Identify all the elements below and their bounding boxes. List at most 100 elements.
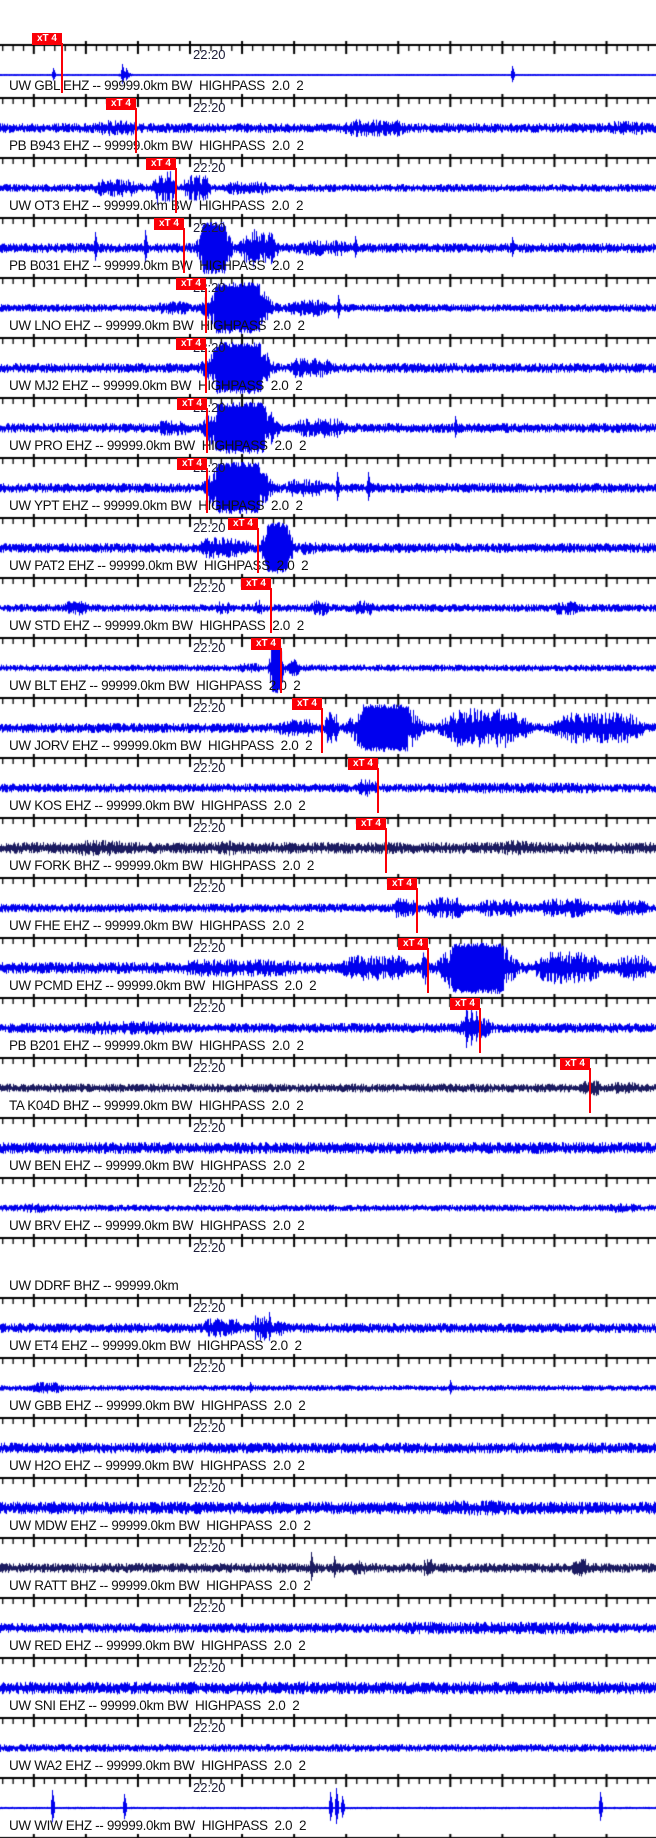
station-label: UW ET4 EHZ -- 99999.0km BW HIGHPASS 2.0 …	[9, 1338, 302, 1353]
station-label: UW WIW EHZ -- 99999.0km BW HIGHPASS 2.0 …	[9, 1818, 307, 1833]
trace-row-uw-fork-bhz[interactable]: 22:20 UW FORK BHZ -- 99999.0km BW HIGHPAS…	[0, 817, 656, 877]
trace-row-uw-mj2-ehz[interactable]: 22:20 UW MJ2 EHZ -- 99999.0km BW HIGHPASS…	[0, 337, 656, 397]
pick-time-line[interactable]	[427, 948, 429, 993]
pick-time-line[interactable]	[280, 648, 282, 693]
trace-row-uw-ratt-bhz[interactable]: 22:20 UW RATT BHZ -- 99999.0km BW HIGHPAS…	[0, 1537, 656, 1597]
pick-flag[interactable]: xT 4	[177, 398, 207, 410]
pick-flag[interactable]: xT 4	[228, 518, 258, 530]
pick-time-line[interactable]	[479, 1008, 481, 1053]
minute-tick-label: 22:20	[193, 47, 226, 62]
station-label: UW STD EHZ -- 99999.0km BW HIGHPASS 2.0 …	[9, 618, 304, 633]
trace-row-uw-std-ehz[interactable]: 22:20 UW STD EHZ -- 99999.0km BW HIGHPASS…	[0, 577, 656, 637]
trace-row-pb-b031-ehz[interactable]: 22:20 PB B031 EHZ -- 99999.0km BW HIGHPAS…	[0, 217, 656, 277]
pick-time-line[interactable]	[589, 1068, 591, 1113]
station-label: UW MDW EHZ -- 99999.0km BW HIGHPASS 2.0 …	[9, 1518, 311, 1533]
station-label: UW OT3 EHZ -- 99999.0km BW HIGHPASS 2.0 …	[9, 198, 304, 213]
station-label: UW PCMD EHZ -- 99999.0km BW HIGHPASS 2.0…	[9, 978, 317, 993]
pick-flag[interactable]: xT 4	[251, 638, 281, 650]
pick-time-line[interactable]	[321, 708, 323, 753]
trace-row-uw-sni-ehz[interactable]: 22:20 UW SNI EHZ -- 99999.0km BW HIGHPASS…	[0, 1657, 656, 1717]
minute-tick-label: 22:20	[193, 100, 226, 115]
pick-time-line[interactable]	[206, 468, 208, 513]
trace-row-pb-b201-ehz[interactable]: 22:20 PB B201 EHZ -- 99999.0km BW HIGHPAS…	[0, 997, 656, 1057]
station-label: UW RED EHZ -- 99999.0km BW HIGHPASS 2.0 …	[9, 1638, 306, 1653]
pick-flag[interactable]: xT 4	[387, 878, 417, 890]
pick-flag[interactable]: xT 4	[177, 458, 207, 470]
trace-row-uw-wa2-ehz[interactable]: 22:20 UW WA2 EHZ -- 99999.0km BW HIGHPASS…	[0, 1717, 656, 1777]
minute-tick-label: 22:20	[193, 940, 226, 955]
trace-row-uw-ddrf-bhz[interactable]: 22:20 UW DDRF BHZ -- 99999.0km	[0, 1237, 656, 1297]
station-label: UW PRO EHZ -- 99999.0km BW HIGHPASS 2.0 …	[9, 438, 307, 453]
station-label: UW MJ2 EHZ -- 99999.0km BW HIGHPASS 2.0 …	[9, 378, 303, 393]
pick-flag[interactable]: xT 4	[560, 1058, 590, 1070]
pick-flag[interactable]: xT 4	[241, 578, 271, 590]
pick-flag[interactable]: xT 4	[32, 33, 62, 45]
pick-time-line[interactable]	[205, 348, 207, 393]
trace-row-uw-red-ehz[interactable]: 22:20 UW RED EHZ -- 99999.0km BW HIGHPASS…	[0, 1597, 656, 1657]
station-label: UW WA2 EHZ -- 99999.0km BW HIGHPASS 2.0 …	[9, 1758, 306, 1773]
pick-flag[interactable]: xT 4	[176, 338, 206, 350]
station-label: TA K04D BHZ -- 99999.0km BW HIGHPASS 2.0…	[9, 1098, 304, 1113]
minute-tick-label: 22:20	[193, 1420, 226, 1435]
trace-row-uw-pat2-ehz[interactable]: 22:20 UW PAT2 EHZ -- 99999.0km BW HIGHPAS…	[0, 517, 656, 577]
station-label: UW FORK BHZ -- 99999.0km BW HIGHPASS 2.0…	[9, 858, 315, 873]
trace-row-uw-mdw-ehz[interactable]: 22:20 UW MDW EHZ -- 99999.0km BW HIGHPASS…	[0, 1477, 656, 1537]
trace-row-uw-gbl-ehz[interactable]: 22:20 UW GBL EHZ -- 99999.0km BW HIGHPASS…	[0, 33, 656, 97]
minute-tick-label: 22:20	[193, 1120, 226, 1135]
pick-flag[interactable]: xT 4	[154, 218, 184, 230]
station-label: UW KOS EHZ -- 99999.0km BW HIGHPASS 2.0 …	[9, 798, 306, 813]
trace-row-ta-k04d-bhz[interactable]: 22:20 TA K04D BHZ -- 99999.0km BW HIGHPAS…	[0, 1057, 656, 1117]
trace-row-uw-ot3-ehz[interactable]: 22:20 UW OT3 EHZ -- 99999.0km BW HIGHPASS…	[0, 157, 656, 217]
pick-time-line[interactable]	[270, 588, 272, 633]
minute-tick-label: 22:20	[193, 1060, 226, 1075]
minute-tick-label: 22:20	[193, 160, 226, 175]
trace-row-uw-h2o-ehz[interactable]: 22:20 UW H2O EHZ -- 99999.0km BW HIGHPASS…	[0, 1417, 656, 1477]
pick-time-line[interactable]	[416, 888, 418, 933]
minute-tick-label: 22:20	[193, 1720, 226, 1735]
seismic-trace-viewer: 60496667 UW Jan 22, 2013 22:20:02.00 46.…	[0, 0, 656, 1838]
pick-flag[interactable]: xT 4	[292, 698, 322, 710]
pick-time-line[interactable]	[61, 43, 63, 93]
minute-tick-label: 22:20	[193, 1660, 226, 1675]
trace-row-uw-kos-ehz[interactable]: 22:20 UW KOS EHZ -- 99999.0km BW HIGHPASS…	[0, 757, 656, 817]
minute-tick-label: 22:20	[193, 1360, 226, 1375]
trace-row-uw-jorv-ehz[interactable]: 22:20 UW JORV EHZ -- 99999.0km BW HIGHPAS…	[0, 697, 656, 757]
trace-row-uw-ben-ehz[interactable]: 22:20 UW BEN EHZ -- 99999.0km BW HIGHPASS…	[0, 1117, 656, 1177]
trace-row-uw-gbb-ehz[interactable]: 22:20 UW GBB EHZ -- 99999.0km BW HIGHPASS…	[0, 1357, 656, 1417]
pick-time-line[interactable]	[377, 768, 379, 813]
pick-flag[interactable]: xT 4	[356, 818, 386, 830]
trace-row-uw-pcmd-ehz[interactable]: 22:20 UW PCMD EHZ -- 99999.0km BW HIGHPAS…	[0, 937, 656, 997]
trace-row-uw-ypt-ehz[interactable]: 22:20 UW YPT EHZ -- 99999.0km BW HIGHPASS…	[0, 457, 656, 517]
pick-flag[interactable]: xT 4	[450, 998, 480, 1010]
pick-time-line[interactable]	[183, 228, 185, 273]
trace-row-uw-et4-ehz[interactable]: 22:20 UW ET4 EHZ -- 99999.0km BW HIGHPASS…	[0, 1297, 656, 1357]
pick-time-line[interactable]	[175, 168, 177, 213]
station-label: UW BLT EHZ -- 99999.0km BW HIGHPASS 2.0 …	[9, 678, 301, 693]
pick-time-line[interactable]	[385, 828, 387, 873]
pick-flag[interactable]: xT 4	[146, 158, 176, 170]
trace-row-uw-pro-ehz[interactable]: 22:20 UW PRO EHZ -- 99999.0km BW HIGHPASS…	[0, 397, 656, 457]
station-label: UW GBB EHZ -- 99999.0km BW HIGHPASS 2.0 …	[9, 1398, 306, 1413]
station-label: UW YPT EHZ -- 99999.0km BW HIGHPASS 2.0 …	[9, 498, 303, 513]
trace-row-uw-brv-ehz[interactable]: 22:20 UW BRV EHZ -- 99999.0km BW HIGHPASS…	[0, 1177, 656, 1237]
trace-row-uw-lno-ehz[interactable]: 22:20 UW LNO EHZ -- 99999.0km BW HIGHPASS…	[0, 277, 656, 337]
minute-tick-label: 22:20	[193, 1780, 226, 1795]
station-label: PB B031 EHZ -- 99999.0km BW HIGHPASS 2.0…	[9, 258, 304, 273]
pick-flag[interactable]: xT 4	[176, 278, 206, 290]
pick-time-line[interactable]	[206, 408, 208, 453]
pick-flag[interactable]: xT 4	[106, 98, 136, 110]
minute-tick-label: 22:20	[193, 820, 226, 835]
station-label: PB B201 EHZ -- 99999.0km BW HIGHPASS 2.0…	[9, 1038, 304, 1053]
station-label: UW GBL EHZ -- 99999.0km BW HIGHPASS 2.0 …	[9, 78, 304, 93]
pick-time-line[interactable]	[205, 288, 207, 333]
trace-row-uw-wiw-ehz[interactable]: 22:20 UW WIW EHZ -- 99999.0km BW HIGHPASS…	[0, 1777, 656, 1837]
pick-flag[interactable]: xT 4	[398, 938, 428, 950]
pick-time-line[interactable]	[257, 528, 259, 573]
trace-row-uw-fhe-ehz[interactable]: 22:20 UW FHE EHZ -- 99999.0km BW HIGHPASS…	[0, 877, 656, 937]
trace-row-pb-b943-ehz[interactable]: 22:20 PB B943 EHZ -- 99999.0km BW HIGHPAS…	[0, 97, 656, 157]
trace-row-uw-blt-ehz[interactable]: 22:20 UW BLT EHZ -- 99999.0km BW HIGHPASS…	[0, 637, 656, 697]
pick-time-line[interactable]	[135, 108, 137, 153]
pick-flag[interactable]: xT 4	[348, 758, 378, 770]
minute-tick-label: 22:20	[193, 700, 226, 715]
minute-tick-label: 22:20	[193, 520, 226, 535]
